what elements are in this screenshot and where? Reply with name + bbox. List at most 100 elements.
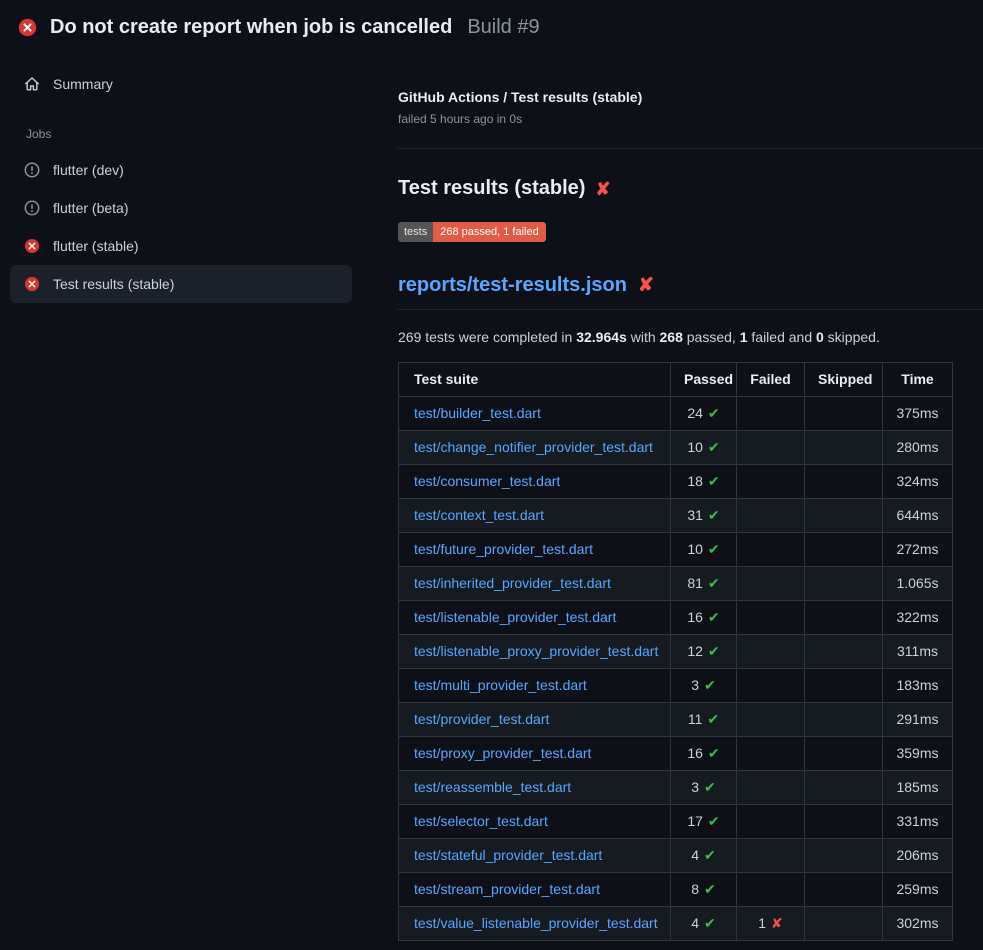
passed-value: 10 (687, 541, 703, 557)
table-row: test/listenable_proxy_provider_test.dart… (399, 635, 953, 669)
passed-value: 81 (687, 575, 703, 591)
report-file-link[interactable]: reports/test-results.json (398, 274, 627, 297)
test-suite-link[interactable]: test/reassemble_test.dart (414, 779, 571, 795)
test-suite-link[interactable]: test/stateful_provider_test.dart (414, 847, 602, 863)
passed-cell: 4✔ (671, 839, 737, 873)
passed-value: 3 (691, 677, 699, 693)
section-title-text: Test results (stable) (398, 177, 585, 200)
check-icon: ✔ (704, 881, 716, 897)
sidebar-item-job-flutter-beta[interactable]: flutter (beta) (10, 189, 352, 227)
time-cell: 259ms (883, 873, 953, 907)
passed-cell: 11✔ (671, 703, 737, 737)
passed-cell: 81✔ (671, 567, 737, 601)
test-suite-cell: test/stream_provider_test.dart (399, 873, 671, 907)
test-suite-cell: test/context_test.dart (399, 499, 671, 533)
test-suite-link[interactable]: test/stream_provider_test.dart (414, 881, 600, 897)
report-heading: reports/test-results.json ✘ (398, 274, 983, 310)
table-row: test/reassemble_test.dart3✔185ms (399, 771, 953, 805)
skipped-cell (805, 431, 883, 465)
header: Do not create report when job is cancell… (0, 0, 983, 53)
passed-value: 8 (691, 881, 699, 897)
skipped-count: 0 (816, 329, 824, 345)
column-header-passed: Passed (671, 363, 737, 397)
badge-label: tests (398, 222, 433, 242)
test-suite-link[interactable]: test/change_notifier_provider_test.dart (414, 439, 653, 455)
build-number: Build #9 (467, 16, 539, 39)
x-circle-icon (24, 276, 40, 292)
time-cell: 644ms (883, 499, 953, 533)
passed-cell: 4✔ (671, 907, 737, 941)
time-cell: 272ms (883, 533, 953, 567)
skipped-cell (805, 839, 883, 873)
failed-cell (737, 635, 805, 669)
test-results-table: Test suite Passed Failed Skipped Time te… (398, 362, 953, 941)
failed-cell (737, 465, 805, 499)
check-icon: ✔ (708, 473, 720, 489)
test-suite-link[interactable]: test/context_test.dart (414, 507, 544, 523)
table-row: test/provider_test.dart11✔291ms (399, 703, 953, 737)
job-label: flutter (stable) (53, 238, 139, 254)
failed-value: 1 (758, 915, 766, 931)
test-suite-link[interactable]: test/inherited_provider_test.dart (414, 575, 611, 591)
check-icon: ✔ (704, 847, 716, 863)
failed-cell (737, 567, 805, 601)
badge-value: 268 passed, 1 failed (433, 222, 545, 242)
sidebar-item-summary[interactable]: Summary (10, 65, 352, 103)
check-icon: ✔ (704, 779, 716, 795)
test-table-body: test/builder_test.dart24✔375mstest/chang… (399, 397, 953, 941)
skipped-cell (805, 873, 883, 907)
failed-status-icon (18, 18, 37, 37)
test-suite-link[interactable]: test/selector_test.dart (414, 813, 548, 829)
passed-count: 268 (660, 329, 683, 345)
test-suite-cell: test/proxy_provider_test.dart (399, 737, 671, 771)
test-suite-cell: test/inherited_provider_test.dart (399, 567, 671, 601)
column-header-time: Time (883, 363, 953, 397)
test-suite-link[interactable]: test/builder_test.dart (414, 405, 541, 421)
sidebar-item-job-flutter-stable[interactable]: flutter (stable) (10, 227, 352, 265)
check-icon: ✔ (708, 507, 720, 523)
skipped-cell (805, 397, 883, 431)
passed-value: 31 (687, 507, 703, 523)
check-icon: ✔ (708, 745, 720, 761)
test-suite-link[interactable]: test/proxy_provider_test.dart (414, 745, 591, 761)
table-row: test/change_notifier_provider_test.dart1… (399, 431, 953, 465)
cross-mark-icon: ✘ (638, 276, 654, 295)
test-suite-link[interactable]: test/listenable_proxy_provider_test.dart (414, 643, 658, 659)
table-row: test/future_provider_test.dart 10✔ 272ms (399, 533, 953, 567)
passed-value: 16 (687, 745, 703, 761)
table-row: test/multi_provider_test.dart3✔183ms (399, 669, 953, 703)
cross-icon: ✘ (771, 915, 783, 931)
passed-cell: 3✔ (671, 669, 737, 703)
time-cell: 322ms (883, 601, 953, 635)
failed-cell (737, 533, 805, 567)
test-suite-link[interactable]: test/value_listenable_provider_test.dart (414, 915, 658, 931)
test-suite-cell: test/selector_test.dart (399, 805, 671, 839)
time-cell: 324ms (883, 465, 953, 499)
test-suite-link[interactable]: test/consumer_test.dart (414, 473, 560, 489)
test-suite-link[interactable]: test/provider_test.dart (414, 711, 549, 727)
duration-value: 32.964s (576, 329, 627, 345)
passed-cell: 12✔ (671, 635, 737, 669)
test-suite-link[interactable]: test/listenable_provider_test.dart (414, 609, 616, 625)
skipped-cell (805, 703, 883, 737)
failed-cell (737, 601, 805, 635)
main-content: GitHub Actions / Test results (stable) f… (398, 53, 983, 941)
page-title: Do not create report when job is cancell… (50, 16, 452, 39)
passed-cell: 16✔ (671, 601, 737, 635)
job-label: flutter (beta) (53, 200, 128, 216)
passed-value: 11 (688, 711, 703, 727)
passed-cell: 10✔ (671, 533, 737, 567)
sidebar: Summary Jobs flutter (dev) (0, 53, 398, 303)
test-suite-link[interactable]: test/multi_provider_test.dart (414, 677, 587, 693)
passed-cell: 3✔ (671, 771, 737, 805)
failed-cell (737, 839, 805, 873)
sidebar-item-job-flutter-dev[interactable]: flutter (dev) (10, 151, 352, 189)
status-line: failed 5 hours ago in 0s (398, 112, 983, 126)
failed-cell (737, 397, 805, 431)
test-suite-link[interactable]: test/future_provider_test.dart (414, 541, 593, 557)
sidebar-item-job-test-results-stable[interactable]: Test results (stable) (10, 265, 352, 303)
failed-cell: 1✘ (737, 907, 805, 941)
time-cell: 1.065s (883, 567, 953, 601)
column-header-failed: Failed (737, 363, 805, 397)
time-cell: 375ms (883, 397, 953, 431)
